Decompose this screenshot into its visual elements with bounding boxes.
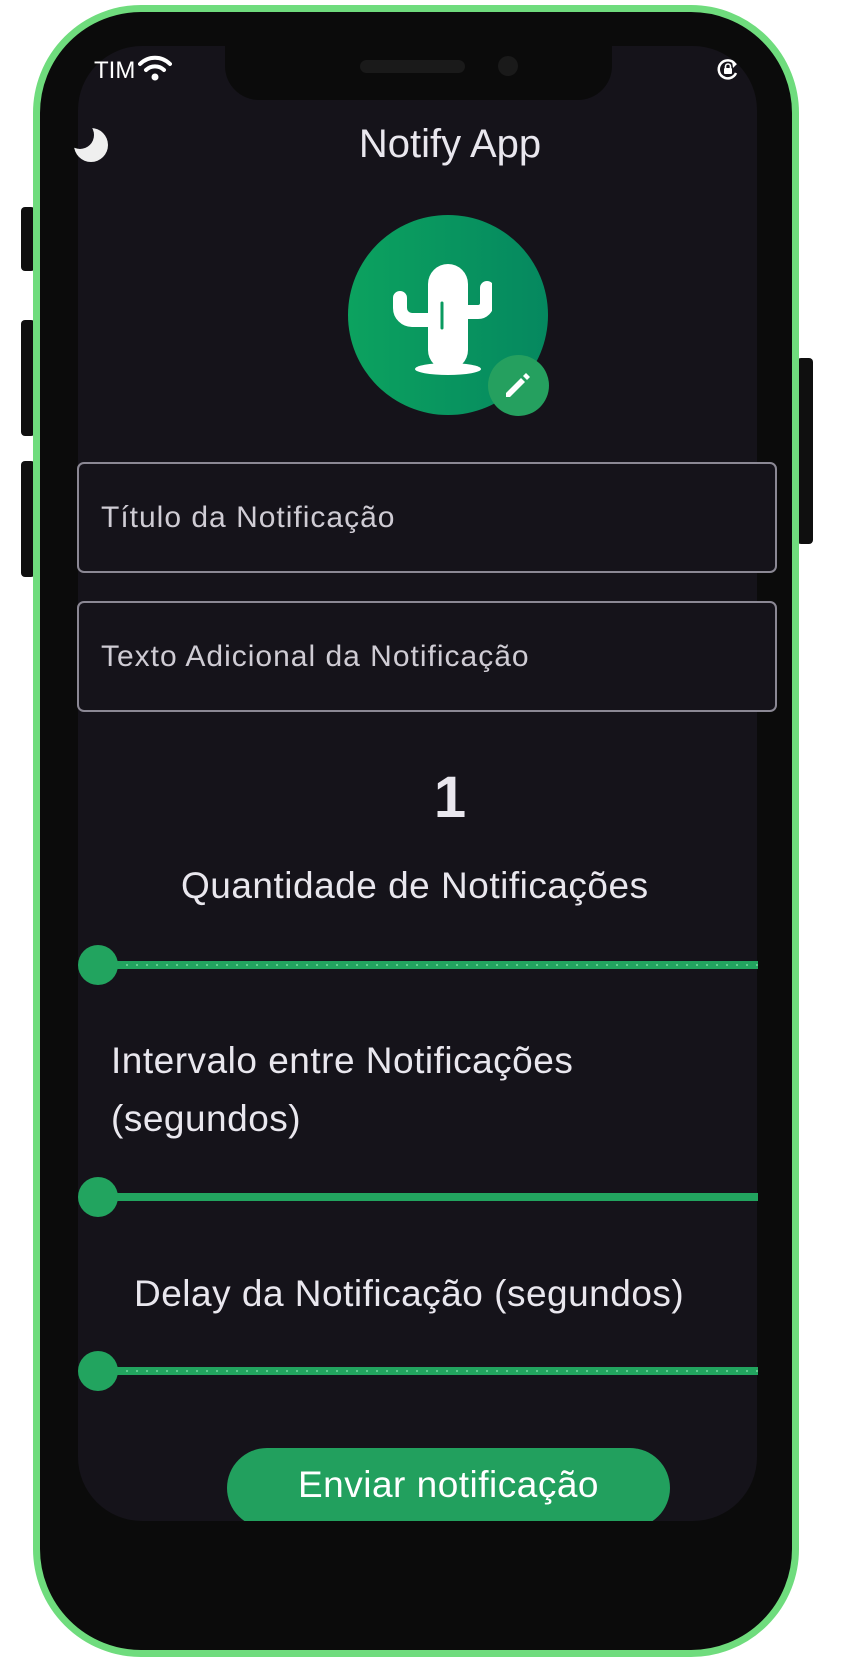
delay-slider[interactable]: [78, 1351, 758, 1392]
screen-bottom-edge: [78, 1521, 778, 1531]
slider-thumb[interactable]: [78, 945, 118, 985]
title-input[interactable]: [101, 464, 741, 571]
quantity-value: 1: [433, 765, 467, 830]
slider-thumb[interactable]: [78, 1177, 118, 1217]
phone-mockup: TIM Notify App Título da Notificação Tex…: [0, 0, 864, 1665]
slider-thumb[interactable]: [78, 1351, 118, 1391]
delay-label: Delay da Notificação (segundos): [134, 1273, 685, 1314]
interval-slider[interactable]: [78, 1177, 758, 1218]
slider-ticks: [102, 1370, 758, 1372]
moon-icon[interactable]: [74, 126, 112, 170]
body-input[interactable]: [101, 603, 741, 710]
edit-avatar-button[interactable]: [488, 355, 549, 416]
power-button: [797, 358, 813, 544]
front-camera: [498, 56, 518, 76]
slider-ticks: [102, 964, 758, 966]
notch: [225, 46, 612, 100]
pencil-icon: [506, 373, 530, 397]
cactus-icon: [392, 258, 494, 382]
quantity-label: Quantidade de Notificações: [181, 865, 649, 906]
quantity-slider[interactable]: [78, 945, 758, 986]
wifi-icon: [138, 54, 172, 86]
send-notification-button[interactable]: Enviar notificação: [227, 1448, 670, 1528]
body-field[interactable]: [77, 601, 777, 712]
app-title: Notify App: [358, 122, 542, 166]
slider-track: [98, 1193, 758, 1201]
interval-label-line2: (segundos): [111, 1098, 302, 1139]
title-field[interactable]: [77, 462, 777, 573]
interval-label-line1: Intervalo entre Notificações: [111, 1040, 574, 1081]
speaker: [360, 60, 465, 73]
carrier-label: TIM: [94, 57, 136, 84]
lock-rotate-icon: [716, 58, 740, 84]
